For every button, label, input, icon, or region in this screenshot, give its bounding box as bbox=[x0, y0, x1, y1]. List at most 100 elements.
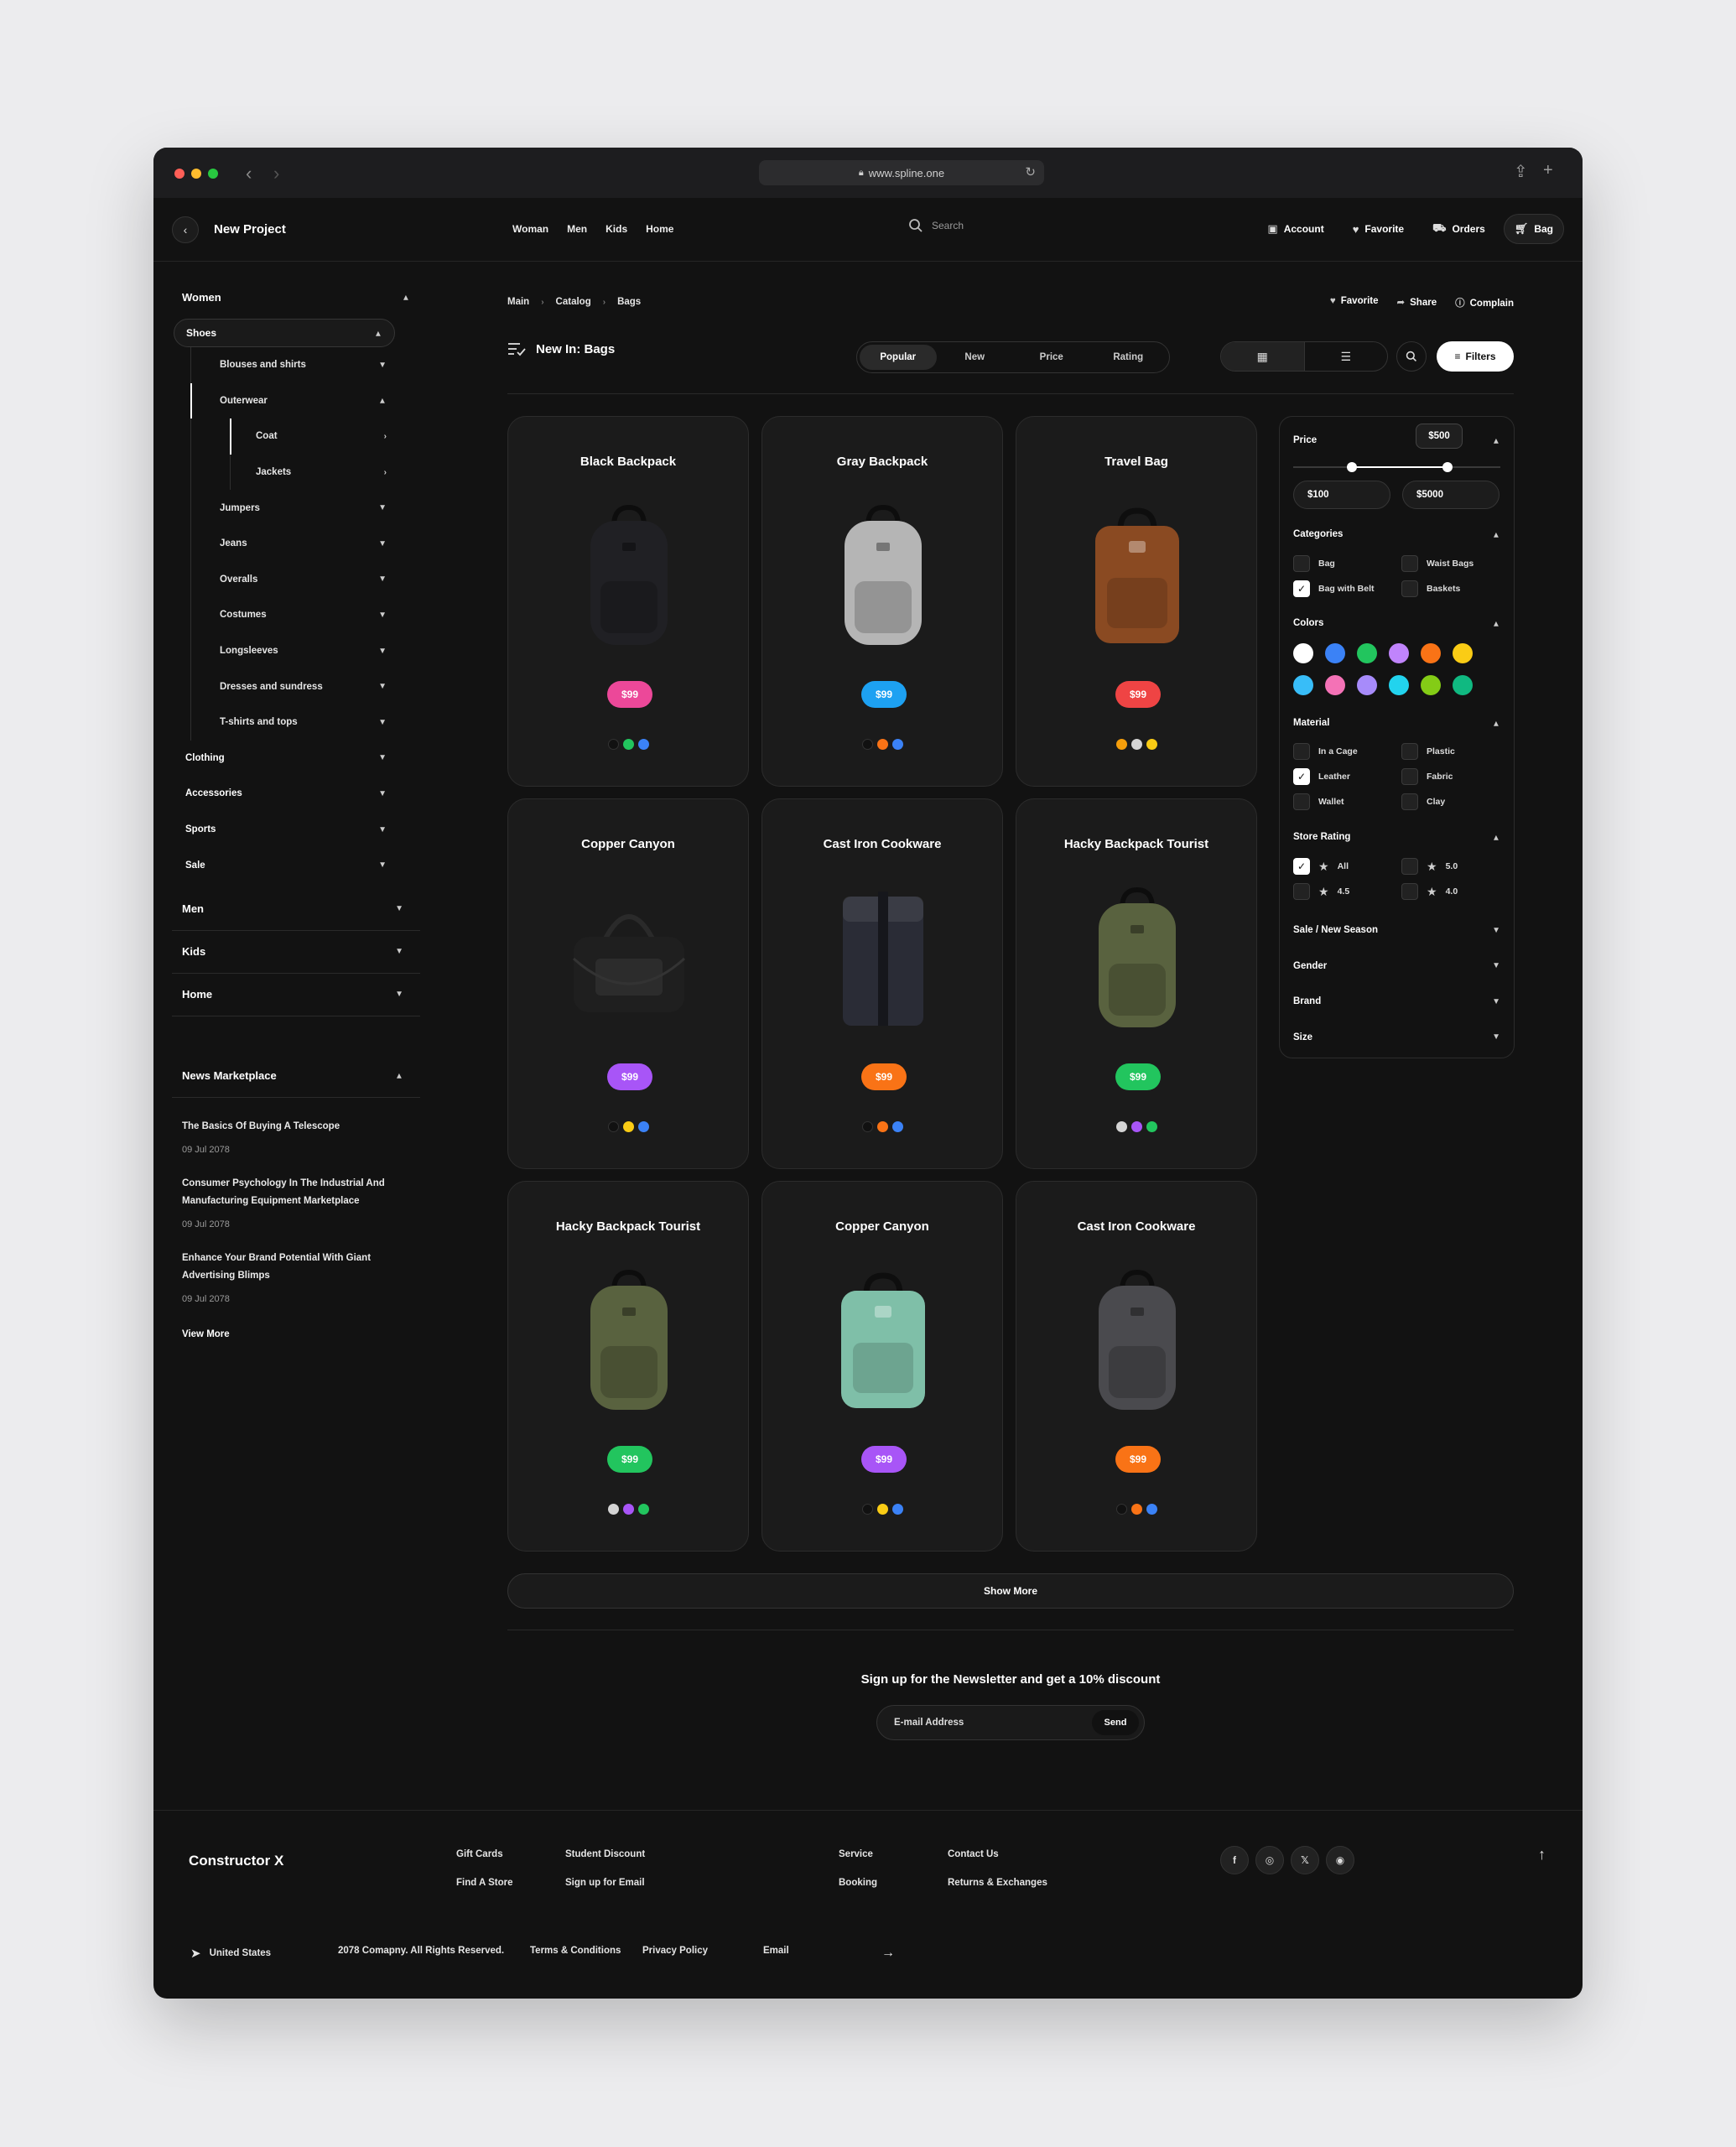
price-max-input[interactable]: $5000 bbox=[1402, 481, 1500, 509]
sidebar-item-outerwear[interactable]: Outerwear ▼ bbox=[190, 382, 420, 419]
filter-option[interactable]: Clay bbox=[1401, 793, 1445, 810]
list-view-button[interactable]: ☰ bbox=[1305, 342, 1388, 371]
filter-material-header[interactable]: Material ▼ bbox=[1293, 718, 1500, 728]
footer-link-sign-up-email[interactable]: Sign up for Email bbox=[565, 1878, 645, 1888]
filters-button[interactable]: ≡ Filters bbox=[1437, 341, 1514, 372]
browser-forward-icon[interactable]: › bbox=[273, 163, 279, 185]
color-swatch[interactable] bbox=[622, 739, 634, 750]
maximize-window-button[interactable] bbox=[208, 169, 218, 179]
color-swatch[interactable] bbox=[1115, 1504, 1127, 1515]
product-card[interactable]: Black Backpack $99 bbox=[507, 416, 749, 787]
color-swatch[interactable] bbox=[622, 1121, 634, 1132]
price-min-input[interactable]: $100 bbox=[1293, 481, 1390, 509]
sidebar-item[interactable]: Overalls ▼ bbox=[191, 562, 420, 598]
back-button[interactable]: ‹ bbox=[172, 216, 199, 243]
email-field[interactable]: E-mail Address bbox=[894, 1718, 964, 1728]
whatsapp-icon[interactable]: ◉ bbox=[1326, 1846, 1354, 1874]
arrow-up-icon[interactable]: ↑ bbox=[1538, 1846, 1546, 1864]
share-icon[interactable]: ⇪ bbox=[1514, 161, 1528, 182]
color-swatch[interactable] bbox=[876, 739, 888, 750]
filter-section-header[interactable]: Size ▼ bbox=[1293, 1032, 1500, 1042]
favorite-button[interactable]: ♥ Favorite bbox=[1343, 214, 1414, 244]
news-marketplace-header[interactable]: News Marketplace ▼ bbox=[172, 1054, 420, 1098]
product-image[interactable] bbox=[570, 501, 688, 652]
price-badge[interactable]: $99 bbox=[1115, 1063, 1161, 1090]
footer-link-returns[interactable]: Returns & Exchanges bbox=[948, 1878, 1047, 1888]
view-more-link[interactable]: View More bbox=[172, 1329, 420, 1339]
footer-link-gift-cards[interactable]: Gift Cards bbox=[456, 1849, 503, 1859]
sidebar-category[interactable]: Clothing ▼ bbox=[172, 741, 420, 777]
filter-section-header[interactable]: Brand ▼ bbox=[1293, 996, 1500, 1006]
sidebar-item[interactable]: Jeans ▼ bbox=[191, 526, 420, 562]
sidebar-women[interactable]: Women ▼ bbox=[172, 275, 420, 319]
terms-link[interactable]: Terms & Conditions bbox=[530, 1946, 621, 1956]
sidebar-shoes[interactable]: Shoes ▼ bbox=[174, 319, 395, 347]
filter-option[interactable]: Bag bbox=[1293, 555, 1335, 572]
sidebar-item[interactable]: Costumes ▼ bbox=[191, 597, 420, 633]
color-option[interactable] bbox=[1325, 643, 1345, 663]
color-swatch[interactable] bbox=[876, 1121, 888, 1132]
color-option[interactable] bbox=[1421, 643, 1441, 663]
price-slider-min-handle[interactable] bbox=[1346, 462, 1357, 472]
country-selector[interactable]: ➤ United States bbox=[190, 1946, 271, 1961]
product-card[interactable]: Hacky Backpack Tourist $99 bbox=[1016, 798, 1257, 1169]
color-swatch[interactable] bbox=[1130, 739, 1142, 750]
product-card[interactable]: Copper Canyon $99 bbox=[507, 798, 749, 1169]
filter-option[interactable]: Baskets bbox=[1401, 580, 1460, 597]
color-swatch[interactable] bbox=[861, 739, 873, 750]
footer-link-student-discount[interactable]: Student Discount bbox=[565, 1849, 645, 1859]
color-swatch[interactable] bbox=[876, 1504, 888, 1515]
color-swatch[interactable] bbox=[637, 739, 649, 750]
color-swatch[interactable] bbox=[891, 1121, 903, 1132]
filter-rating-header[interactable]: Store Rating ▼ bbox=[1293, 832, 1500, 842]
color-option[interactable] bbox=[1389, 675, 1409, 695]
tab-price[interactable]: Price bbox=[1013, 345, 1090, 370]
breadcrumb-bags[interactable]: Bags bbox=[617, 297, 641, 307]
color-swatch[interactable] bbox=[891, 1504, 903, 1515]
checkbox[interactable]: ✓ bbox=[1293, 768, 1310, 785]
orders-button[interactable]: ⛟ Orders bbox=[1422, 214, 1495, 244]
sidebar-item-blouses[interactable]: Blouses and shirts ▼ bbox=[191, 347, 420, 383]
sidebar-section[interactable]: Kids ▼ bbox=[172, 931, 420, 974]
color-option[interactable] bbox=[1357, 643, 1377, 663]
footer-link-booking[interactable]: Booking bbox=[839, 1878, 877, 1888]
search-input[interactable]: Search bbox=[908, 218, 964, 233]
nav-kids[interactable]: Kids bbox=[606, 223, 627, 235]
show-more-button[interactable]: Show More bbox=[507, 1573, 1514, 1609]
filter-option[interactable]: Fabric bbox=[1401, 768, 1453, 785]
account-button[interactable]: ▣ Account bbox=[1257, 214, 1333, 244]
filter-option[interactable]: ★ 4.0 bbox=[1401, 883, 1458, 900]
filter-option[interactable]: Plastic bbox=[1401, 743, 1455, 760]
color-swatch[interactable] bbox=[861, 1504, 873, 1515]
color-swatch[interactable] bbox=[607, 739, 619, 750]
color-option[interactable] bbox=[1453, 675, 1473, 695]
sidebar-item-coat[interactable]: Coat › bbox=[230, 418, 420, 455]
tab-popular[interactable]: Popular bbox=[860, 345, 937, 370]
color-swatch[interactable] bbox=[1146, 1504, 1157, 1515]
product-image[interactable] bbox=[570, 1266, 688, 1417]
reload-icon[interactable]: ↻ bbox=[1025, 164, 1036, 179]
checkbox[interactable] bbox=[1401, 580, 1418, 597]
color-swatch[interactable] bbox=[607, 1121, 619, 1132]
footer-link-find-store[interactable]: Find A Store bbox=[456, 1878, 513, 1888]
checkbox[interactable] bbox=[1401, 743, 1418, 760]
color-swatch[interactable] bbox=[637, 1121, 649, 1132]
news-item[interactable]: Consumer Psychology In The Industrial An… bbox=[172, 1175, 420, 1229]
product-image[interactable] bbox=[824, 501, 942, 652]
product-image[interactable] bbox=[1079, 1266, 1196, 1417]
color-swatch[interactable] bbox=[1130, 1504, 1142, 1515]
filter-option[interactable]: ✓ ★ All bbox=[1293, 858, 1349, 875]
close-window-button[interactable] bbox=[174, 169, 185, 179]
product-card[interactable]: Cast Iron Cookware $99 bbox=[761, 798, 1003, 1169]
product-card[interactable]: Cast Iron Cookware $99 bbox=[1016, 1181, 1257, 1552]
nav-men[interactable]: Men bbox=[567, 223, 587, 235]
color-swatch[interactable] bbox=[622, 1504, 634, 1515]
filter-section-header[interactable]: Sale / New Season ▼ bbox=[1293, 925, 1500, 935]
browser-back-icon[interactable]: ‹ bbox=[246, 163, 252, 185]
color-option[interactable] bbox=[1293, 643, 1313, 663]
product-card[interactable]: Hacky Backpack Tourist $99 bbox=[507, 1181, 749, 1552]
color-swatch[interactable] bbox=[861, 1121, 873, 1132]
filter-option[interactable]: ★ 4.5 bbox=[1293, 883, 1349, 900]
arrow-right-icon[interactable]: → bbox=[881, 1946, 895, 1961]
checkbox[interactable] bbox=[1293, 743, 1310, 760]
